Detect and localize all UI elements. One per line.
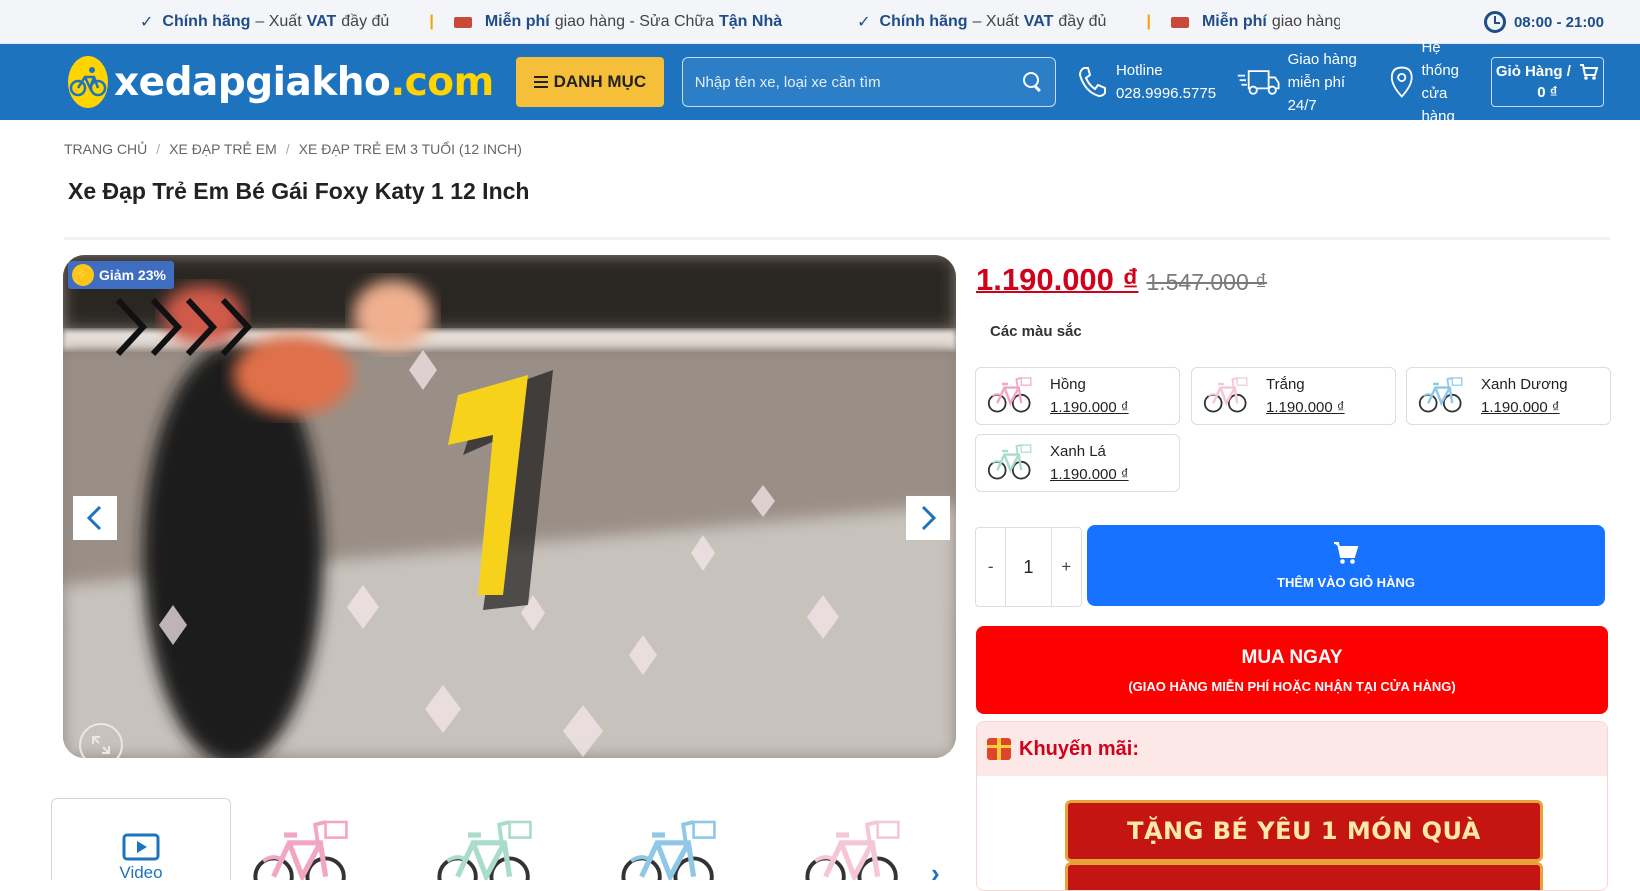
search-bar: [681, 57, 1056, 107]
opening-hours: 08:00 - 21:00: [1483, 0, 1604, 44]
original-price: 1.547.000 ₫: [1146, 269, 1267, 295]
bike-image: [253, 820, 348, 880]
truck-icon: [453, 16, 472, 28]
announcement-free-delivery: Miễn phí giao hàng - Sửa Chữa Tận Nhà: [453, 13, 787, 31]
thumbnail-next-icon[interactable]: ›: [931, 858, 940, 880]
store-system-link[interactable]: Hệ thống cửa hàng: [1390, 36, 1479, 128]
announcement-genuine: ✓ Chính hãng – Xuất VAT đầy đủ: [857, 13, 1107, 31]
product-title: Xe Đạp Trẻ Em Bé Gái Foxy Katy 1 12 Inch: [68, 178, 530, 204]
promotion-header: Khuyến mãi:: [977, 722, 1607, 776]
discount-badge: ⚡ Giảm 23%: [68, 261, 174, 289]
variant-pink[interactable]: Hồng 1.190.000 ₫: [975, 367, 1180, 425]
quantity-input[interactable]: 1: [1005, 528, 1052, 606]
expand-icon: [92, 736, 110, 754]
search-input[interactable]: [694, 73, 1023, 91]
breadcrumb: TRANG CHỦ / XE ĐẠP TRẺ EM / XE ĐẠP TRẺ E…: [64, 141, 522, 157]
divider: [64, 237, 1610, 240]
gallery-next-button[interactable]: [906, 496, 950, 540]
header-cart-button[interactable]: Giỏ Hàng / 0 ₫: [1490, 57, 1604, 107]
product-price: 1.190.000 ₫ 1.547.000 ₫: [976, 262, 1267, 298]
search-icon[interactable]: [1022, 72, 1043, 92]
thumbnail-video[interactable]: Video: [51, 798, 231, 880]
current-price: 1.190.000 ₫: [976, 262, 1139, 297]
variant-white[interactable]: Trắng 1.190.000 ₫: [1191, 367, 1396, 425]
cart-icon: [1579, 63, 1599, 80]
announcement-genuine: ✓ Chính hãng – Xuất VAT đầy đủ: [140, 13, 390, 31]
check-icon: ✓: [857, 14, 871, 31]
lightning-icon: ⚡: [72, 264, 94, 286]
announcement-free-delivery: Miễn phí giao hàng - Sửa Chữa: [1170, 13, 1340, 31]
breadcrumb-home[interactable]: TRANG CHỦ: [64, 141, 147, 157]
variant-green[interactable]: Xanh Lá 1.190.000 ₫: [975, 434, 1180, 492]
breadcrumb-3-years[interactable]: XE ĐẠP TRẺ EM 3 TUỔI (12 INCH): [299, 141, 522, 157]
gallery-prev-button[interactable]: [73, 496, 117, 540]
logo-text: xedapgiakho.com: [114, 59, 494, 105]
bike-thumbnail: [987, 377, 1032, 413]
gift-icon: [987, 738, 1011, 760]
thumbnail-blue-bike[interactable]: [603, 798, 783, 880]
check-icon: ✓: [140, 14, 154, 31]
cart-icon: [1334, 542, 1359, 564]
hotline[interactable]: Hotline 028.9996.5775: [1076, 59, 1216, 105]
color-options-heading: Các màu sắc: [990, 323, 1082, 340]
promotion-banner: TẶNG BÉ YÊU 1 MÓN QUÀ: [1065, 800, 1543, 862]
announcement-marquee: ✓ Chính hãng – Xuất VAT đầy đủ | Miễn ph…: [0, 0, 1340, 44]
map-pin-icon: [1390, 66, 1413, 98]
breadcrumb-divider: /: [285, 141, 290, 157]
clock-icon: [1483, 11, 1506, 33]
announcement-separator: |: [429, 13, 434, 30]
bike-thumbnail: [1203, 377, 1248, 413]
thumbnail-pink-bike[interactable]: [235, 798, 415, 880]
buy-now-button[interactable]: MUA NGAY (GIAO HÀNG MIỄN PHÍ HOẶC NHẬN T…: [976, 626, 1608, 714]
quantity-stepper: - 1 +: [975, 527, 1082, 607]
product-gallery[interactable]: ⚡ Giảm 23%: [63, 255, 956, 758]
free-delivery-info: Giao hàng miễn phí 24/7: [1236, 48, 1370, 117]
site-header: xedapgiakho.com DANH MỤC Hotline028.9996…: [0, 39, 1640, 125]
chevron-right-icon: [921, 505, 937, 531]
chevron-left-icon: [86, 505, 102, 531]
bicycle-logo-icon: [68, 56, 108, 108]
product-video-frame: [63, 255, 956, 758]
promotion-box: Khuyến mãi: TẶNG BÉ YÊU 1 MÓN QUÀ: [976, 721, 1608, 891]
promotion-banner-secondary: [1065, 862, 1543, 890]
thumbnail-green-bike[interactable]: [419, 798, 599, 880]
site-logo[interactable]: xedapgiakho.com: [68, 44, 494, 120]
quantity-increase-button[interactable]: +: [1052, 557, 1081, 577]
breadcrumb-divider: /: [156, 141, 161, 157]
video-icon: [122, 833, 160, 861]
announcement-separator: |: [1146, 13, 1151, 30]
bike-image: [621, 820, 716, 880]
bike-image: [437, 820, 532, 880]
phone-icon: [1078, 67, 1106, 98]
quantity-decrease-button[interactable]: -: [976, 557, 1005, 577]
bike-thumbnail: [1418, 377, 1463, 413]
hamburger-icon: [533, 76, 548, 88]
delivery-truck-icon: [1237, 70, 1280, 95]
category-menu-button[interactable]: DANH MỤC: [516, 57, 664, 107]
truck-icon: [1170, 16, 1189, 28]
bike-thumbnail: [987, 444, 1032, 480]
variant-blue[interactable]: Xanh Dương 1.190.000 ₫: [1406, 367, 1611, 425]
gallery-thumbnails: Video ›: [51, 798, 961, 880]
add-to-cart-button[interactable]: THÊM VÀO GIỎ HÀNG: [1087, 525, 1605, 606]
breadcrumb-kids-bikes[interactable]: XE ĐẠP TRẺ EM: [169, 141, 277, 157]
